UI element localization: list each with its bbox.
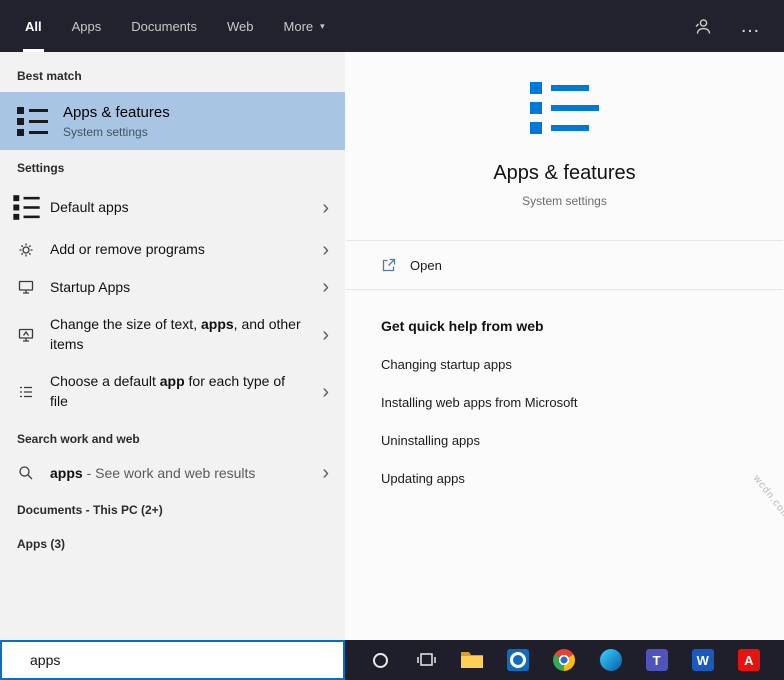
chevron-right-icon [322, 280, 333, 294]
result-default-apps[interactable]: Default apps [0, 184, 345, 231]
help-link-installing-web-apps[interactable]: Installing web apps from Microsoft [381, 395, 748, 410]
default-apps-icon [17, 193, 35, 222]
tab-documents[interactable]: Documents [116, 0, 212, 52]
divider [346, 289, 783, 290]
gear-icon [17, 242, 35, 258]
result-label: Default apps [50, 199, 129, 215]
open-label: Open [410, 258, 442, 273]
tab-web-label: Web [227, 19, 254, 34]
apps-features-icon [17, 107, 48, 136]
preview-panel: Apps & features System settings Open Get… [345, 52, 784, 640]
chevron-right-icon [322, 328, 333, 342]
preview-subtitle: System settings [522, 194, 607, 208]
result-web-search[interactable]: apps - See work and web results [0, 455, 345, 493]
result-label: Startup Apps [50, 279, 130, 295]
taskbar [345, 640, 784, 680]
edge-icon[interactable] [598, 647, 624, 673]
list-icon [17, 384, 35, 400]
windows-search-flyout: All Apps Documents Web More [0, 0, 784, 680]
tab-all[interactable]: All [10, 0, 57, 52]
search-icon [17, 465, 35, 481]
web-search-hint: - See work and web results [83, 465, 256, 481]
file-explorer-icon[interactable] [459, 647, 485, 673]
outlook-icon[interactable] [505, 647, 531, 673]
settings-section-header: Settings [0, 150, 345, 184]
chevron-right-icon [322, 466, 333, 480]
word-icon[interactable] [690, 647, 716, 673]
tab-all-label: All [25, 19, 42, 34]
search-input[interactable] [2, 642, 343, 678]
help-link-updating[interactable]: Updating apps [381, 471, 748, 486]
tab-apps-label: Apps [72, 19, 102, 34]
search-box [0, 640, 345, 680]
monitor-icon [17, 279, 35, 295]
chrome-icon[interactable] [551, 647, 577, 673]
search-filter-bar: All Apps Documents Web More [0, 0, 784, 52]
help-link-changing-startup[interactable]: Changing startup apps [381, 357, 748, 372]
result-label-bold: app [160, 373, 185, 389]
teams-icon[interactable] [644, 647, 670, 673]
open-action[interactable]: Open [345, 241, 784, 289]
search-results-panel: Best match Apps & features System settin… [0, 52, 345, 640]
result-label: Change the size of text, [50, 316, 201, 332]
task-view-icon[interactable] [413, 647, 439, 673]
web-search-query: apps [50, 465, 83, 481]
tab-apps[interactable]: Apps [57, 0, 117, 52]
result-label-bold: apps [201, 316, 234, 332]
result-change-text-size[interactable]: Change the size of text, apps, and other… [0, 306, 345, 363]
chevron-right-icon [322, 243, 333, 257]
acrobat-icon[interactable] [736, 647, 762, 673]
result-startup-apps[interactable]: Startup Apps [0, 269, 345, 307]
more-options-icon[interactable] [740, 21, 760, 31]
user-feedback-icon[interactable] [693, 17, 712, 36]
documents-section-header: Documents - This PC (2+) [0, 492, 345, 526]
quick-help-header: Get quick help from web [381, 318, 748, 334]
preview-title: Apps & features [493, 162, 635, 185]
result-label: Choose a default [50, 373, 160, 389]
search-web-section-header: Search work and web [0, 421, 345, 455]
open-icon [381, 257, 397, 273]
best-match-header: Best match [0, 58, 345, 92]
tab-more[interactable]: More [269, 0, 340, 52]
chevron-right-icon [322, 201, 333, 215]
help-link-uninstalling[interactable]: Uninstalling apps [381, 433, 748, 448]
apps-features-large-icon [530, 82, 599, 134]
best-match-result[interactable]: Apps & features System settings [0, 92, 345, 150]
tab-documents-label: Documents [131, 19, 197, 34]
chevron-right-icon [322, 385, 333, 399]
chevron-down-icon [320, 21, 325, 32]
best-match-title: Apps & features [63, 104, 170, 121]
result-add-remove-programs[interactable]: Add or remove programs [0, 231, 345, 269]
tab-more-label: More [284, 19, 314, 34]
result-choose-default-app[interactable]: Choose a default app for each type of fi… [0, 363, 345, 420]
result-label: Add or remove programs [50, 241, 205, 257]
cortana-icon[interactable] [367, 647, 393, 673]
best-match-subtitle: System settings [63, 125, 170, 139]
tab-web[interactable]: Web [212, 0, 269, 52]
display-icon [17, 327, 35, 343]
apps-section-header: Apps (3) [0, 526, 345, 560]
